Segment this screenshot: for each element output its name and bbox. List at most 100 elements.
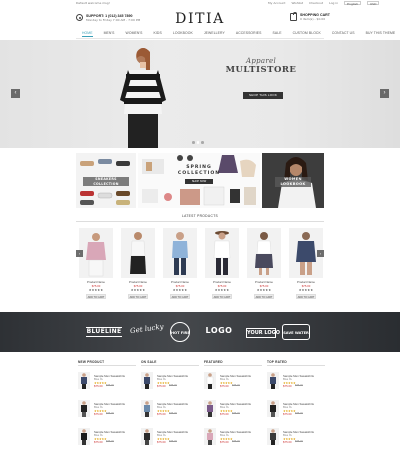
nav-kids[interactable]: KIDS — [154, 31, 162, 37]
add-to-cart-button[interactable]: ADD TO CART — [170, 294, 190, 299]
spring-collection-banner[interactable]: SPRING COLLECTION SHOP NOW — [138, 153, 260, 208]
item-price: $75.00 — [94, 412, 103, 416]
brand-logo[interactable]: YOUR LOGO — [246, 328, 280, 338]
hero-prev-button[interactable]: ‹ — [11, 89, 20, 98]
nav-mens[interactable]: MEN'S — [104, 31, 115, 37]
promo-banners: SNEAKERS COLLECTION SPRING COLLECTION SH… — [76, 153, 324, 208]
item-thumbnail — [204, 372, 216, 389]
welcome-message: Default welcome msg! — [76, 1, 110, 5]
nav-custom-block[interactable]: CUSTOM BLOCK — [293, 31, 321, 37]
list-item[interactable]: Sample Men Sweatshirts Blue XL ★★★★★ $75.00… — [204, 428, 262, 452]
item-old-price: $85.00 — [232, 412, 240, 415]
women-lookbook-banner[interactable]: WOMEN LOOKBOOK — [262, 153, 324, 208]
product-card[interactable]: Product Name $75.00 ★★★★★ ADD TO CART — [79, 228, 113, 306]
nav-lookbook[interactable]: LOOKBOOK — [173, 31, 193, 37]
nav-accessories[interactable]: ACCESSORIES — [236, 31, 262, 37]
products-next-button[interactable]: › — [317, 250, 324, 257]
brand-logo[interactable]: HOT FIRE — [170, 322, 190, 342]
currency-select[interactable]: USD — [366, 1, 380, 6]
product-card[interactable]: Product Name $75.00 ★★★★★ ADD TO CART — [121, 228, 155, 306]
product-card[interactable]: Product Name $75.00 ★★★★★ ADD TO CART — [163, 228, 197, 306]
list-item[interactable]: Sample Men Sweatshirts Blue XL ★★★★★ $75.00… — [204, 400, 262, 424]
spring-shop-button[interactable]: SHOP NOW — [185, 179, 213, 184]
column-divider — [78, 365, 136, 366]
product-image — [247, 228, 281, 278]
sneakers-banner[interactable]: SNEAKERS COLLECTION — [76, 153, 136, 208]
item-price: $75.00 — [220, 440, 229, 444]
slider-dot[interactable] — [201, 141, 204, 144]
brand-logos-strip: BLUELINE Get lucky HOT FIRE LOGO YOUR LO… — [0, 312, 400, 352]
brand-logo[interactable]: Get lucky — [130, 323, 164, 336]
add-to-cart-button[interactable]: ADD TO CART — [128, 294, 148, 299]
brand-logo[interactable]: LOGO — [204, 326, 234, 335]
nav-buy-theme[interactable]: BUY THIS THEME — [366, 31, 396, 37]
products-prev-button[interactable]: ‹ — [76, 250, 83, 257]
nav-jewellery[interactable]: JEWELLERY — [204, 31, 225, 37]
language-select[interactable]: English — [344, 1, 361, 6]
list-item[interactable]: Sample Men Sweatshirts Blue XL ★★★★★ $75.00… — [267, 428, 325, 452]
site-logo[interactable]: DITIA — [0, 11, 400, 27]
product-rating: ★★★★★ — [214, 288, 230, 292]
shopping-cart[interactable]: SHOPPING CART 0 item(s) - $0.00 — [290, 11, 330, 21]
checkout-link[interactable]: Checkout — [309, 1, 323, 5]
product-card[interactable]: Product Name $75.00 ★★★★★ ADD TO CART — [289, 228, 323, 306]
login-link[interactable]: Log in — [329, 1, 338, 5]
latest-divider — [76, 221, 324, 222]
item-thumbnail — [78, 428, 90, 445]
item-old-price: $85.00 — [232, 384, 240, 387]
chevron-right-icon: › — [383, 90, 386, 96]
item-thumbnail — [204, 400, 216, 417]
latest-products-title: LATEST PRODUCTS — [181, 214, 219, 218]
slider-dot[interactable] — [192, 141, 195, 144]
item-thumbnail — [267, 372, 279, 389]
product-image — [205, 228, 239, 278]
slider-dot-active[interactable] — [196, 141, 199, 144]
item-old-price: $85.00 — [295, 384, 303, 387]
product-card[interactable]: Product Name $75.00 ★★★★★ ADD TO CART — [205, 228, 239, 306]
list-item[interactable]: Sample Men Sweatshirts Blue XL ★★★★★ $75.00… — [267, 400, 325, 424]
product-rating: ★★★★★ — [130, 288, 146, 292]
list-item[interactable]: Sample Men Sweatshirts Blue XL ★★★★★ $75.00… — [78, 428, 136, 452]
add-to-cart-button[interactable]: ADD TO CART — [296, 294, 316, 299]
list-item[interactable]: Sample Men Sweatshirts Blue XL ★★★★★ $75.00… — [141, 372, 199, 396]
column-title: TOP RATED — [267, 360, 287, 364]
list-item[interactable]: Sample Men Sweatshirts Blue XL ★★★★★ $75.00… — [78, 400, 136, 424]
list-item[interactable]: Sample Men Sweatshirts Blue XL ★★★★★ $75.00… — [267, 372, 325, 396]
hero-slider: Apparel MULTISTORE SHOP THIS LOOK ‹ › — [0, 40, 400, 148]
nav-contact-us[interactable]: CONTACT US — [332, 31, 355, 37]
hero-model-image — [120, 48, 166, 148]
wishlist-link[interactable]: Wishlist — [291, 1, 303, 5]
brand-logo[interactable]: SAVE WATER — [282, 324, 310, 340]
list-item[interactable]: Sample Men Sweatshirts Blue XL ★★★★★ $75.00… — [141, 400, 199, 424]
item-thumbnail — [141, 372, 153, 389]
product-image — [121, 228, 155, 278]
column-divider — [204, 365, 262, 366]
product-card[interactable]: Product Name $75.00 ★★★★★ ADD TO CART — [247, 228, 281, 306]
hero-subtitle: Apparel — [245, 57, 277, 65]
shop-this-look-button[interactable]: SHOP THIS LOOK — [243, 92, 283, 99]
list-item[interactable]: Sample Men Sweatshirts Blue XL ★★★★★ $75.00… — [204, 372, 262, 396]
women-lookbook-label: WOMEN LOOKBOOK — [275, 177, 311, 187]
item-old-price: $85.00 — [295, 440, 303, 443]
shopping-bag-icon — [290, 11, 297, 21]
add-to-cart-button[interactable]: ADD TO CART — [86, 294, 106, 299]
item-price: $75.00 — [283, 412, 292, 416]
list-item[interactable]: Sample Men Sweatshirts Blue XL ★★★★★ $75.00… — [78, 372, 136, 396]
item-price: $75.00 — [157, 412, 166, 416]
column-divider — [267, 365, 325, 366]
my-account-link[interactable]: My Account — [268, 1, 285, 5]
hero-next-button[interactable]: › — [380, 89, 389, 98]
spring-subtitle: COLLECTION — [177, 171, 221, 176]
add-to-cart-button[interactable]: ADD TO CART — [254, 294, 274, 299]
nav-home[interactable]: HOME — [82, 31, 93, 37]
add-to-cart-button[interactable]: ADD TO CART — [212, 294, 232, 299]
nav-sale[interactable]: SALE — [273, 31, 282, 37]
sneakers-label: SNEAKERS COLLECTION — [83, 177, 129, 186]
item-price: $75.00 — [220, 412, 229, 416]
brand-logo[interactable]: BLUELINE — [86, 327, 122, 337]
list-item[interactable]: Sample Men Sweatshirts Blue XL ★★★★★ $75.00… — [141, 428, 199, 452]
account-links: My Account Wishlist Checkout Log in Engl… — [268, 1, 380, 6]
item-price: $75.00 — [94, 440, 103, 444]
nav-womens[interactable]: WOMEN'S — [126, 31, 143, 37]
chevron-right-icon: › — [319, 251, 322, 256]
